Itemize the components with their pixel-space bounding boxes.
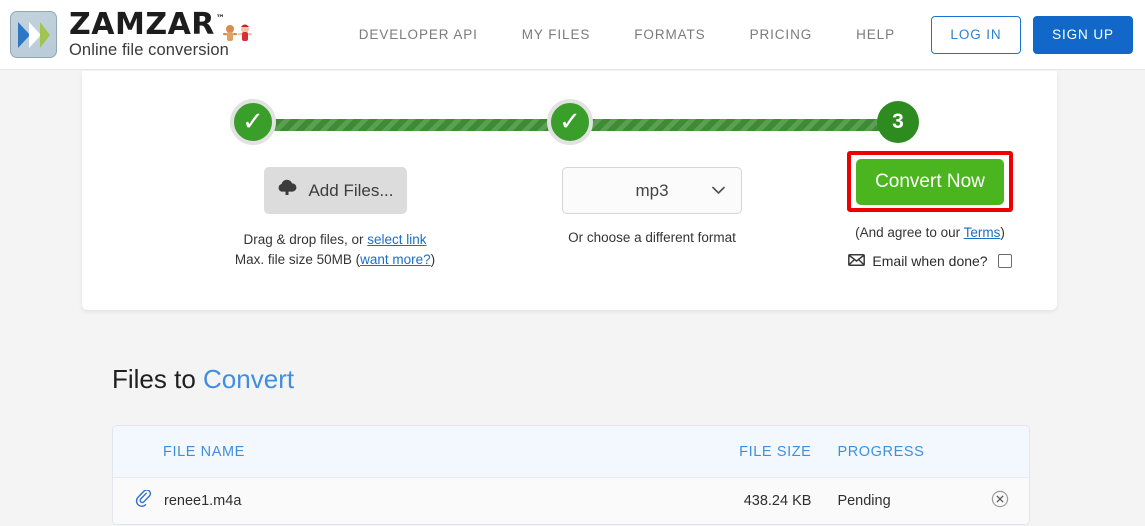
- files-table-header: FILE NAME FILE SIZE PROGRESS: [113, 426, 1029, 478]
- nav-item-developer-api[interactable]: DEVELOPER API: [337, 27, 500, 42]
- envelope-icon: [848, 253, 866, 269]
- add-files-button[interactable]: Add Files...: [263, 167, 407, 214]
- upload-helper-text: Drag & drop files, or select link Max. f…: [170, 230, 500, 270]
- email-when-done-checkbox[interactable]: [997, 254, 1012, 268]
- step-2-indicator: ✓: [547, 99, 593, 145]
- chevron-down-icon: [712, 185, 725, 197]
- max-size-text: Max. file size 50MB (: [234, 252, 361, 267]
- step-2-column: mp3 Or choose a different format: [487, 167, 817, 245]
- step-3-indicator: 3: [877, 101, 919, 143]
- file-name-label: renee1.m4a: [164, 493, 242, 509]
- column-header-progress: PROGRESS: [837, 443, 925, 460]
- want-more-link[interactable]: want more?: [360, 252, 431, 267]
- terms-link[interactable]: Terms: [964, 225, 1001, 240]
- step-1-column: Add Files... Drag & drop files, or selec…: [170, 167, 500, 270]
- terms-note: (And agree to our Terms): [805, 225, 1055, 240]
- column-header-file-name: FILE NAME: [163, 443, 245, 460]
- logo-word-text: ZAMZAR: [69, 7, 215, 43]
- heading-static-text: Files to: [112, 364, 204, 394]
- step-3-column: Convert Now (And agree to our Terms) Ema…: [805, 151, 1055, 269]
- converter-card: ✓ ✓ 3 Add Files... Drag & drop files, or…: [82, 71, 1057, 310]
- select-link-link[interactable]: select link: [367, 232, 426, 247]
- nav-item-pricing[interactable]: PRICING: [728, 27, 835, 42]
- file-name-cell: renee1.m4a: [113, 489, 702, 512]
- heading-accent-text: Convert: [203, 364, 295, 394]
- signup-button[interactable]: SIGN UP: [1033, 15, 1133, 54]
- step-1-indicator: ✓: [230, 99, 276, 145]
- progress-steps: ✓ ✓ 3: [82, 99, 1057, 151]
- mascots-icon: [222, 20, 254, 42]
- convert-now-highlight: Convert Now: [847, 151, 1013, 212]
- check-icon: ✓: [242, 107, 264, 137]
- column-header-file-size: FILE SIZE: [739, 443, 812, 460]
- email-when-done-row: Email when done?: [805, 253, 1055, 269]
- format-select[interactable]: mp3: [562, 167, 742, 214]
- site-logo[interactable]: ZAMZAR™ Online file conversion: [10, 7, 253, 60]
- step-number-label: 3: [892, 110, 904, 133]
- logo-wordmark: ZAMZAR™: [69, 7, 253, 43]
- site-header: ZAMZAR™ Online file conversion DEVELOPER…: [0, 0, 1145, 70]
- main-navigation: DEVELOPER API MY FILES FORMATS PRICING H…: [337, 15, 1145, 54]
- progress-bar-segment-2: [572, 119, 902, 131]
- zamzar-logo-icon: [10, 11, 57, 58]
- remove-file-icon[interactable]: [991, 490, 1009, 508]
- files-to-convert-heading: Files to Convert: [112, 364, 294, 395]
- terms-prefix: (And agree to our: [855, 225, 964, 240]
- convert-now-button[interactable]: Convert Now: [856, 158, 1004, 205]
- check-icon: ✓: [559, 107, 581, 137]
- add-files-label: Add Files...: [308, 180, 394, 200]
- nav-item-formats[interactable]: FORMATS: [612, 27, 727, 42]
- files-table: FILE NAME FILE SIZE PROGRESS renee1.m4a …: [112, 425, 1030, 525]
- nav-item-my-files[interactable]: MY FILES: [500, 27, 612, 42]
- format-note: Or choose a different format: [568, 230, 736, 245]
- paperclip-icon: [135, 489, 152, 512]
- format-select-value: mp3: [635, 180, 669, 200]
- terms-suffix: ): [1000, 225, 1005, 240]
- file-remove-cell: [971, 490, 1029, 512]
- table-row: renee1.m4a 438.24 KB Pending: [113, 478, 1029, 524]
- file-size-label: 438.24 KB: [743, 493, 812, 509]
- email-when-done-label: Email when done?: [872, 253, 988, 269]
- nav-item-help[interactable]: HELP: [834, 27, 917, 42]
- max-size-suffix: ): [430, 252, 436, 267]
- cloud-upload-icon: [276, 179, 298, 202]
- drag-drop-text: Drag & drop files, or: [243, 232, 368, 247]
- login-button[interactable]: LOG IN: [931, 15, 1021, 54]
- progress-bar-segment-1: [255, 119, 575, 131]
- logo-tagline: Online file conversion: [69, 41, 229, 60]
- file-progress-label: Pending: [837, 493, 891, 509]
